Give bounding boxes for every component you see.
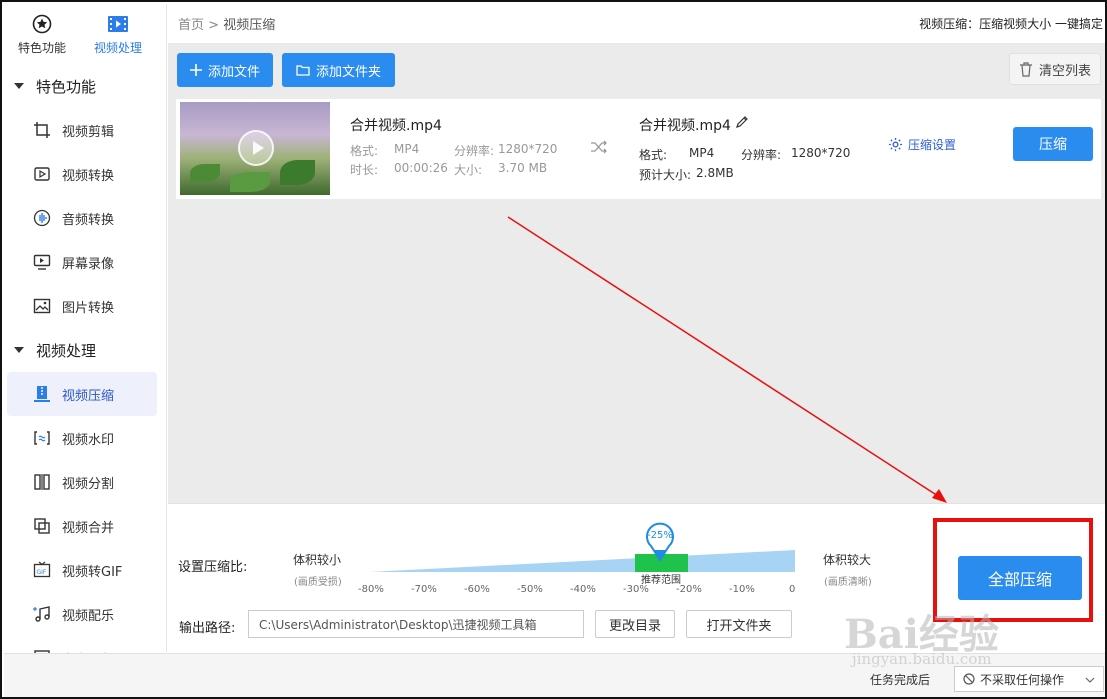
- sidebar-item-image-convert[interactable]: 图片转换: [4, 284, 158, 328]
- convert-icon: [32, 164, 52, 184]
- compress-all-button[interactable]: 全部压缩: [958, 556, 1082, 600]
- top-nav: 特色功能 视频处理: [4, 4, 166, 64]
- sidebar-item-screen-record[interactable]: 屏幕录像: [4, 240, 158, 284]
- page-slogan: 视频压缩：压缩视频大小 一键搞定: [919, 17, 1103, 31]
- breadcrumb: 首页 > 视频压缩: [178, 14, 275, 33]
- header: 首页 > 视频压缩 视频压缩：压缩视频大小 一键搞定: [168, 4, 1105, 44]
- nav-special-features[interactable]: 特色功能: [4, 4, 80, 64]
- sidebar-item-video-split[interactable]: 视频分割: [4, 460, 158, 504]
- film-icon: [107, 13, 129, 35]
- tick-label: -50%: [517, 584, 543, 595]
- sidebar-item-label: 视频合并: [62, 520, 115, 536]
- tick-label: -20%: [676, 584, 702, 595]
- merge-icon: [32, 516, 52, 536]
- sidebar-item-label: 视频剪辑: [62, 124, 115, 140]
- annotation-arrow: [507, 216, 947, 503]
- compress-icon: [32, 384, 52, 404]
- open-folder-button[interactable]: 打开文件夹: [686, 610, 792, 638]
- tick-label: -40%: [570, 584, 596, 595]
- nav-video-processing[interactable]: 视频处理: [80, 4, 156, 64]
- map-pin-icon: [646, 522, 674, 562]
- sidebar-item-label: 视频转换: [62, 168, 115, 184]
- sidebar-item-audio-convert[interactable]: 音频转换: [4, 196, 158, 240]
- section-video-processing[interactable]: 视频处理: [4, 328, 166, 372]
- sidebar-item-video-merge[interactable]: 视频合并: [4, 504, 158, 548]
- chevron-down-icon: [1085, 677, 1095, 683]
- sidebar-item-label: 视频转GIF: [62, 564, 123, 580]
- svg-text:GIF: GIF: [37, 569, 47, 576]
- sidebar-item-video-edit[interactable]: 视频剪辑: [4, 108, 158, 152]
- music-icon: [32, 604, 52, 624]
- tick-label: -70%: [411, 584, 437, 595]
- sidebar-item-label: 图片转换: [62, 300, 115, 316]
- sidebar-item-label: 屏幕录像: [62, 256, 115, 272]
- split-icon: [32, 472, 52, 492]
- screen-record-icon: [32, 252, 52, 272]
- breadcrumb-home[interactable]: 首页: [178, 18, 204, 33]
- tick-label: -10%: [729, 584, 755, 595]
- sidebar-item-video-music[interactable]: 视频配乐: [4, 592, 158, 636]
- after-task-label: 任务完成后: [870, 673, 931, 687]
- sidebar-item-label: 视频分割: [62, 476, 115, 492]
- nav-label: 视频处理: [93, 40, 142, 55]
- breadcrumb-current: 视频压缩: [223, 18, 276, 33]
- breadcrumb-separator: >: [208, 18, 220, 33]
- change-dir-button[interactable]: 更改目录: [595, 610, 675, 638]
- app-window: 特色功能 视频处理 特色功能 视频剪辑 视频转换 音频转换 屏幕录像 图片转换 …: [0, 0, 1107, 699]
- image-icon: [32, 296, 52, 316]
- sidebar-item-video-watermark[interactable]: 视频水印: [4, 416, 158, 460]
- after-task-select[interactable]: 不采取任何操作: [954, 666, 1104, 692]
- output-path-field[interactable]: C:\Users\Administrator\Desktop\迅捷视频工具箱: [248, 610, 584, 638]
- sidebar-item-video-convert[interactable]: 视频转换: [4, 152, 158, 196]
- gif-icon: GIF: [32, 560, 52, 580]
- output-path-label: 输出路径:: [179, 621, 236, 636]
- sidebar-item-label: 视频配乐: [62, 608, 115, 624]
- compression-slider[interactable]: 推荐范围: [370, 550, 795, 586]
- tick-label: -30%: [623, 584, 649, 595]
- slider-handle[interactable]: -25%: [644, 522, 676, 562]
- baidu-watermark-url: jingyan.baidu.com: [852, 650, 992, 668]
- star-icon: [32, 13, 52, 35]
- sidebar-item-label: 视频水印: [62, 432, 115, 448]
- section-title: 视频处理: [36, 341, 97, 360]
- nav-label: 特色功能: [17, 40, 66, 55]
- section-title: 特色功能: [36, 77, 97, 96]
- file-list-area: 添加文件 添加文件夹 清空列表 合并视频.mp4 格式: MP4 分辨率: 12…: [168, 44, 1105, 503]
- smaller-size-label: 体积较小: [293, 553, 342, 567]
- tick-label: 0: [789, 584, 796, 595]
- tick-label: -80%: [358, 584, 384, 595]
- audio-wave-icon: [32, 208, 52, 228]
- quality-clear-note: (画质清晰): [824, 577, 872, 588]
- tick-label: -60%: [464, 584, 490, 595]
- slider-value: -25%: [647, 530, 673, 541]
- caret-down-icon: [14, 347, 24, 353]
- sidebar: 特色功能 视频处理 特色功能 视频剪辑 视频转换 音频转换 屏幕录像 图片转换 …: [4, 4, 167, 668]
- section-special-features[interactable]: 特色功能: [4, 64, 166, 108]
- slider-track: [370, 550, 795, 572]
- prohibit-icon: [963, 673, 975, 685]
- watermark-icon: [32, 428, 52, 448]
- caret-down-icon: [14, 83, 24, 89]
- quality-loss-note: (画质受损): [294, 577, 342, 588]
- crop-icon: [32, 120, 52, 140]
- sidebar-item-label: 视频压缩: [62, 388, 115, 404]
- sidebar-item-video-compress[interactable]: 视频压缩: [7, 372, 157, 416]
- sidebar-item-label: 音频转换: [62, 212, 115, 228]
- after-task-value: 不采取任何操作: [980, 672, 1065, 687]
- sidebar-item-video-gif[interactable]: GIF 视频转GIF: [4, 548, 158, 592]
- compression-ratio-label: 设置压缩比:: [178, 560, 248, 575]
- larger-size-label: 体积较大: [823, 553, 872, 567]
